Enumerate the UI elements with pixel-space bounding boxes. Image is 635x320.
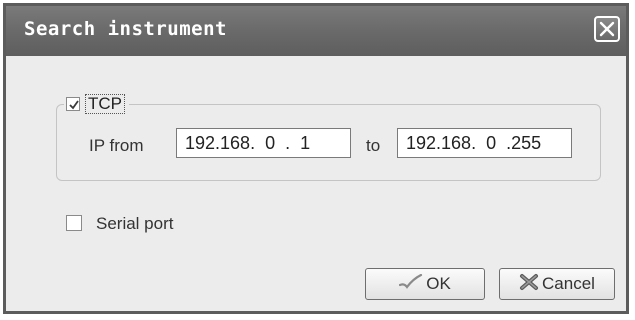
ok-button[interactable]: OK	[365, 268, 485, 300]
tcp-checkbox[interactable]	[66, 97, 80, 111]
cancel-label: Cancel	[542, 274, 595, 293]
ip-from-label: IP from	[89, 136, 144, 155]
cancel-x-icon	[519, 273, 539, 296]
close-button[interactable]	[594, 16, 620, 42]
title-bar[interactable]: Search instrument	[6, 6, 626, 56]
cancel-button[interactable]: Cancel	[499, 268, 615, 300]
serial-port-label[interactable]: Serial port	[96, 214, 173, 234]
checkmark-icon	[69, 100, 79, 110]
dialog-content: TCP IP from 192.168. 0 . 1 to 192.168. 0…	[6, 56, 626, 311]
tcp-label[interactable]: TCP	[85, 94, 125, 114]
dialog-title: Search instrument	[24, 18, 227, 40]
close-icon	[599, 21, 615, 37]
ip-to-input[interactable]: 192.168. 0 .255	[397, 128, 572, 158]
to-label: to	[366, 136, 381, 155]
ok-label: OK	[426, 274, 451, 293]
tcp-legend: TCP	[64, 94, 129, 114]
serial-port-checkbox[interactable]	[66, 215, 82, 231]
search-instrument-dialog: Search instrument TCP IP from 192.168. 0…	[3, 3, 629, 314]
ip-from-input[interactable]: 192.168. 0 . 1	[176, 128, 351, 158]
checkmark-icon	[399, 273, 423, 295]
